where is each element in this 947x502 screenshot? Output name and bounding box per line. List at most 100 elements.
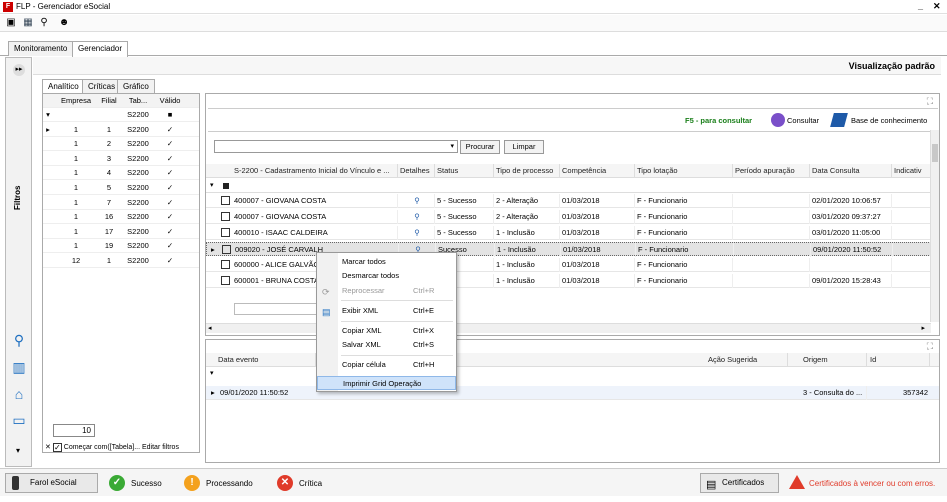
grid-icon[interactable]: ▦ xyxy=(22,17,34,29)
chevron-down-icon[interactable]: ▾ xyxy=(16,446,20,455)
cell-name: 400007 - GIOVANA COSTA xyxy=(232,210,398,224)
minimize-button[interactable]: _ xyxy=(918,1,923,11)
menu-desmarcar-todos[interactable]: Desmarcar todos xyxy=(317,269,456,283)
count-field[interactable]: 10 xyxy=(53,424,95,437)
tab-gerenciador[interactable]: Gerenciador xyxy=(72,41,129,57)
close-button[interactable]: ✕ xyxy=(933,1,941,12)
filter-grid-row[interactable]: ▸ 1 1 S2200 ✓ xyxy=(43,123,199,137)
cell-marker xyxy=(43,225,53,239)
details-search-icon[interactable]: ⚲ xyxy=(398,226,435,240)
edit-filters-link[interactable]: Editar filtros xyxy=(142,444,179,451)
cell-marker: ▸ xyxy=(46,124,50,134)
col-periodo[interactable]: Período apuração xyxy=(733,164,810,178)
procurar-button[interactable]: Procurar xyxy=(460,140,500,154)
consultar-icon[interactable] xyxy=(771,113,785,127)
filter-grid-row[interactable]: 1 17 S2200 ✓ xyxy=(43,225,199,239)
menu-exibir-xml[interactable]: ▤ Exibir XML Ctrl+E xyxy=(317,304,456,318)
col-filial[interactable]: Filial xyxy=(97,94,121,108)
filter-grid-row[interactable]: 1 5 S2200 ✓ xyxy=(43,181,199,195)
limpar-button[interactable]: Limpar xyxy=(504,140,544,154)
col-tipo-lotacao[interactable]: Tipo lotação xyxy=(635,164,733,178)
col-data-consulta[interactable]: Data Consulta xyxy=(810,164,892,178)
expand-filters-icon[interactable]: ▸▸ xyxy=(13,64,25,76)
col-tabela[interactable]: Tab... xyxy=(121,94,155,108)
col-tipo-processo[interactable]: Tipo de processo xyxy=(494,164,560,178)
col-acao-sugerida[interactable]: Ação Sugerida xyxy=(706,353,788,367)
menu-imprimir-grid[interactable]: Imprimir Grid Operação xyxy=(317,376,456,390)
menu-copiar-xml[interactable]: Copiar XML Ctrl+X xyxy=(317,324,456,338)
filter-grid-row[interactable]: ▾ S2200 ■ xyxy=(43,108,199,122)
table-row[interactable]: 400007 - GIOVANA COSTA 5 - Sucesso 2 - Alt… xyxy=(206,194,939,208)
menu-marcar-todos[interactable]: Marcar todos xyxy=(317,255,456,269)
row-checkbox[interactable] xyxy=(221,196,230,205)
row-checkbox[interactable] xyxy=(221,260,230,269)
close-filter-icon[interactable]: ✕ xyxy=(45,444,51,451)
col-status[interactable]: Status xyxy=(435,164,494,178)
search-combo[interactable]: ▾ xyxy=(214,140,458,153)
col-detalhes[interactable]: Detalhes xyxy=(398,164,435,178)
processing-icon: ! xyxy=(184,475,200,491)
tab-criticas[interactable]: Críticas xyxy=(82,79,122,93)
horizontal-scrollbar[interactable]: ◂ ▸ xyxy=(206,323,931,333)
col-id[interactable]: Id xyxy=(868,353,930,367)
cell-valido: ✓ xyxy=(166,139,174,149)
cell-valido: ✓ xyxy=(166,168,174,178)
col-empresa[interactable]: Empresa xyxy=(55,94,97,108)
toolbar: ▣ ▦ ⚲ ☻ xyxy=(0,15,947,32)
row-checkbox[interactable] xyxy=(221,276,230,285)
tab-analitico[interactable]: Analítico xyxy=(42,79,85,93)
vertical-scrollbar[interactable] xyxy=(930,130,939,322)
cell-tab: S2200 xyxy=(127,212,149,222)
col-valido[interactable]: Válido xyxy=(155,94,185,108)
search-icon[interactable]: ⚲ xyxy=(10,331,28,349)
details-search-icon[interactable]: ⚲ xyxy=(398,194,435,208)
cell-empresa: 1 xyxy=(73,226,79,236)
maximize-icon[interactable]: ⛶ xyxy=(927,341,933,352)
new-icon[interactable]: ▣ xyxy=(5,17,17,29)
knowledge-base-link[interactable]: Base de conhecimento xyxy=(851,116,927,125)
col-competencia[interactable]: Competência xyxy=(560,164,635,178)
filter-grid-row[interactable]: 1 7 S2200 ✓ xyxy=(43,196,199,210)
monitor-icon[interactable]: ▭ xyxy=(10,411,28,429)
film-icon[interactable]: ▥ xyxy=(10,358,28,376)
menu-salvar-xml[interactable]: Salvar XML Ctrl+S xyxy=(317,338,456,352)
tab-grafico[interactable]: Gráfico xyxy=(117,79,155,93)
cell-empresa: 1 xyxy=(73,168,79,178)
certificados-button[interactable]: ▤ Certificados xyxy=(700,473,779,493)
traffic-light-icon xyxy=(12,476,19,490)
details-search-icon[interactable]: ⚲ xyxy=(398,210,435,224)
cell-tipo: 1 - Inclusão xyxy=(494,226,560,240)
farol-button[interactable]: Farol eSocial xyxy=(5,473,98,493)
filter-grid-row[interactable]: 12 1 S2200 ✓ xyxy=(43,254,199,268)
cell-marker xyxy=(43,152,53,166)
grid-header: S-2200 - Cadastramento Inicial do Víncul… xyxy=(206,164,931,178)
tab-monitoramento[interactable]: Monitoramento xyxy=(8,41,74,56)
cell-filial: 17 xyxy=(104,226,114,236)
col-indicativo[interactable]: Indicativ xyxy=(892,164,931,178)
col-origem[interactable]: Origem xyxy=(801,353,867,367)
filter-grid-row[interactable]: 1 16 S2200 ✓ xyxy=(43,210,199,225)
row-checkbox[interactable] xyxy=(221,212,230,221)
search-icon[interactable]: ⚲ xyxy=(38,17,50,29)
maximize-icon[interactable]: ⛶ xyxy=(927,96,933,107)
menu-copiar-celula[interactable]: Copiar célula Ctrl+H xyxy=(317,358,456,372)
filter-row[interactable]: ▾ xyxy=(206,179,931,193)
filter-grid-row[interactable]: 1 19 S2200 ✓ xyxy=(43,239,199,254)
cell-filial: 2 xyxy=(106,139,112,149)
filter-grid-row[interactable]: 1 3 S2200 ✓ xyxy=(43,152,199,166)
cell-valido: ✓ xyxy=(166,197,174,207)
table-row[interactable]: 400010 - ISAAC CALDEIRA 5 - Sucesso 1 - In… xyxy=(206,226,939,240)
filter-grid-row[interactable]: 1 4 S2200 ✓ xyxy=(43,166,199,181)
consultar-button[interactable]: Consultar xyxy=(787,116,819,125)
book-icon[interactable] xyxy=(830,113,848,127)
home-icon[interactable]: ⌂ xyxy=(10,385,28,403)
col-evento[interactable]: S-2200 - Cadastramento Inicial do Víncul… xyxy=(232,164,398,178)
filter-grid-row[interactable]: 1 2 S2200 ✓ xyxy=(43,137,199,152)
table-row[interactable]: 400007 - GIOVANA COSTA 5 - Sucesso 2 - Alt… xyxy=(206,210,939,224)
menu-reprocessar[interactable]: ⟳ Reprocessar Ctrl+R xyxy=(317,284,456,298)
filter-checkbox[interactable]: ✓ xyxy=(52,442,62,452)
user-icon[interactable]: ☻ xyxy=(58,17,70,29)
row-checkbox[interactable] xyxy=(222,245,231,254)
col-data-evento[interactable]: Data evento xyxy=(216,353,316,367)
row-checkbox[interactable] xyxy=(221,228,230,237)
